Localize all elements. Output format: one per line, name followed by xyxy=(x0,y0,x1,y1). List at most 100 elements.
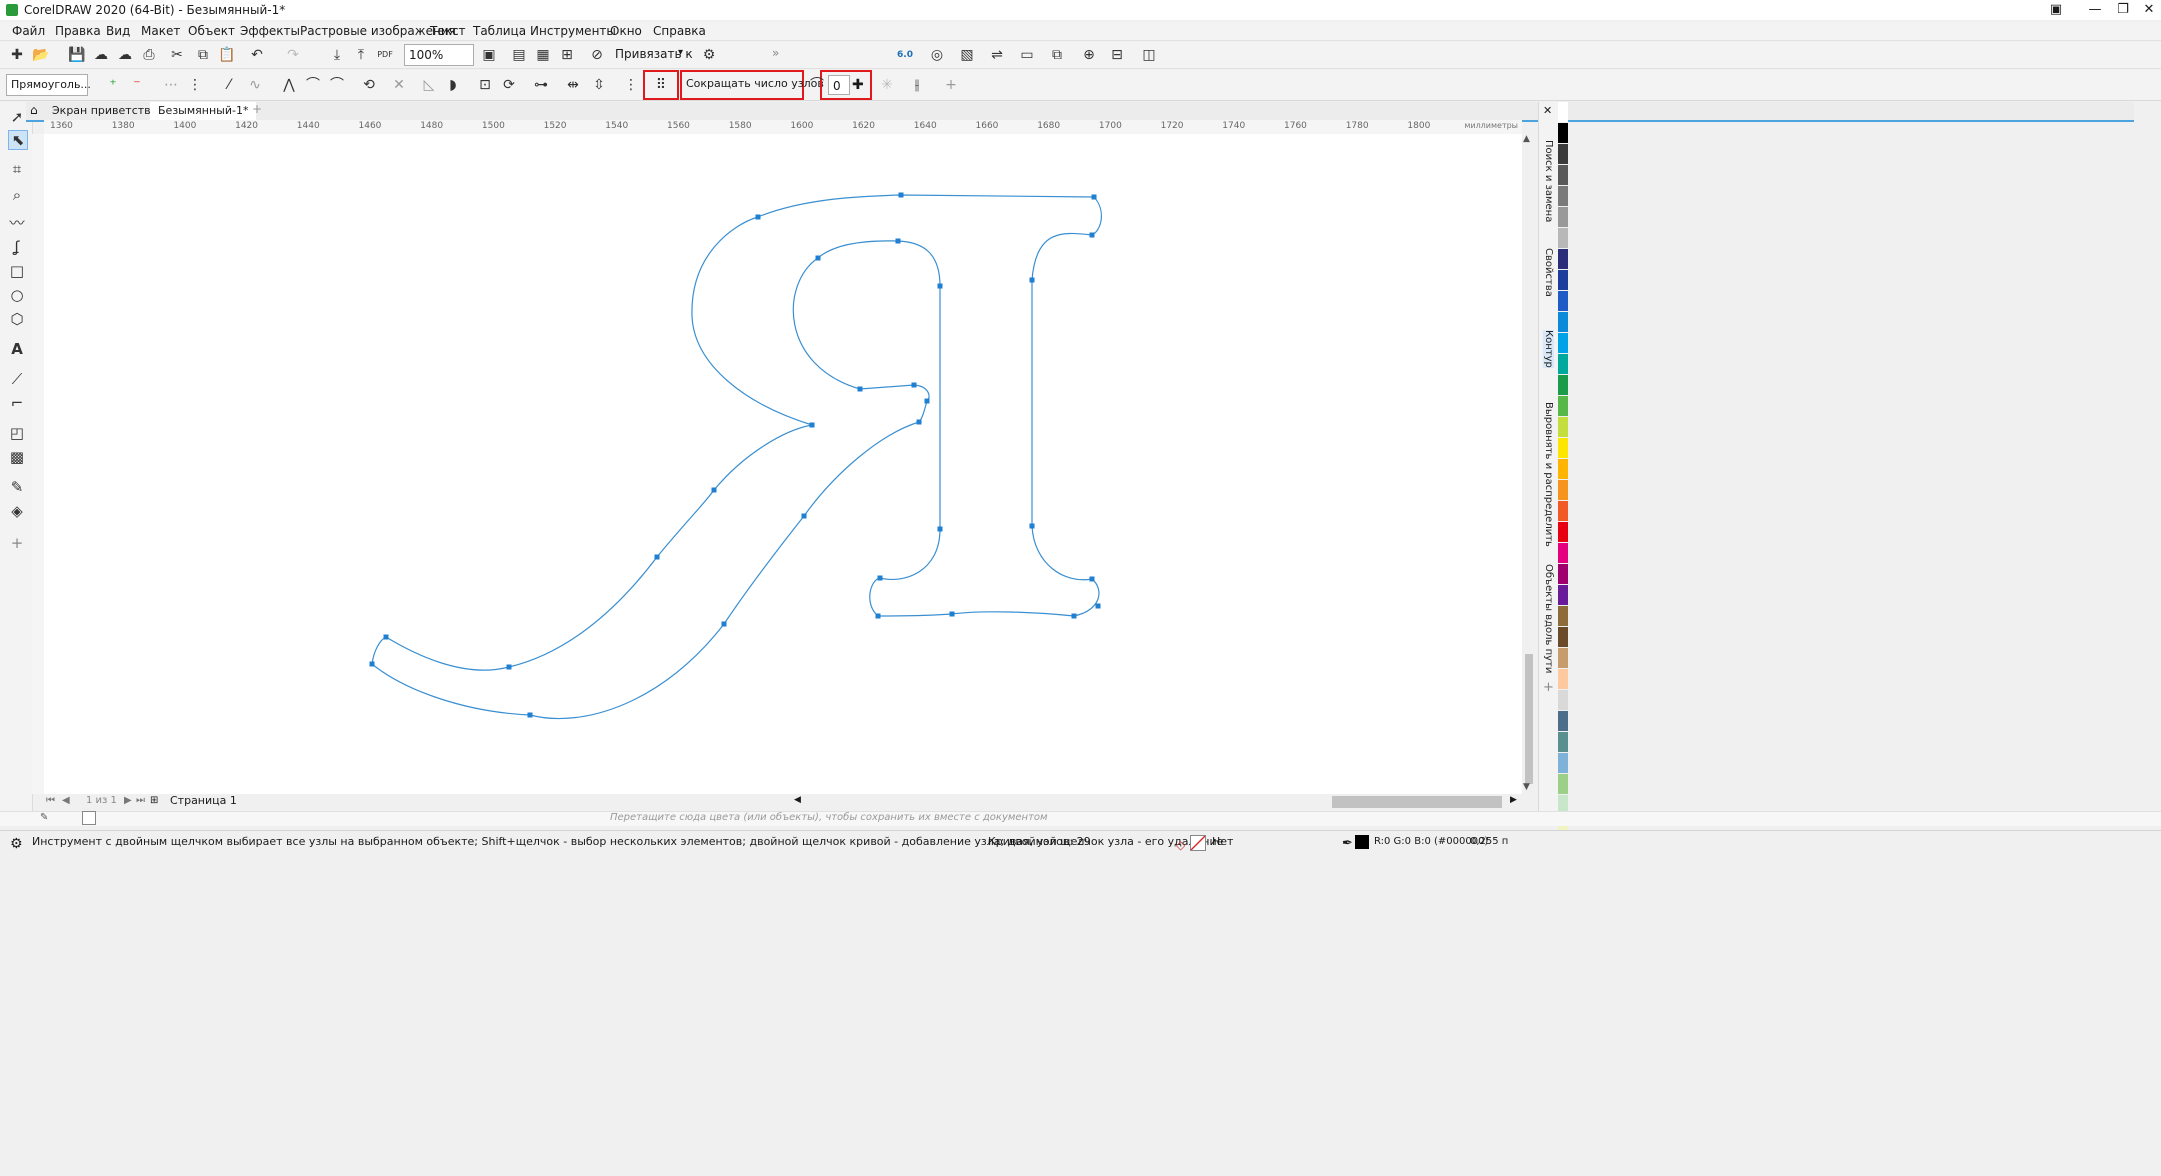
cusp-node-icon[interactable]: ⋀ xyxy=(280,76,298,94)
curve-node[interactable] xyxy=(369,661,375,667)
curve-node[interactable] xyxy=(383,634,389,640)
curve-node[interactable] xyxy=(949,611,955,617)
fill-none-icon[interactable]: ◇ xyxy=(1176,834,1185,856)
curve-node[interactable] xyxy=(877,575,883,581)
menu-layout[interactable]: Макет xyxy=(141,24,180,38)
palette-swatch[interactable] xyxy=(1558,144,1568,164)
node-tracking-icon[interactable]: ✳ xyxy=(878,76,896,94)
connector-tool-icon[interactable]: ⌐ xyxy=(8,394,26,412)
extract-subpath-icon[interactable]: ◺ xyxy=(420,76,438,94)
elastic-mode-icon[interactable]: ⋮ xyxy=(622,76,640,94)
minimize-button[interactable]: — xyxy=(2082,0,2108,20)
palette-swatch[interactable] xyxy=(1558,207,1568,227)
scroll-up-icon[interactable]: ▲ xyxy=(1523,134,1530,144)
eyedropper-tool-icon[interactable]: ✎ xyxy=(8,478,26,496)
curve-node[interactable] xyxy=(1091,194,1097,200)
align-icon[interactable]: ⊟ xyxy=(1108,46,1126,64)
add-node-icon[interactable]: ⁺ xyxy=(104,76,122,94)
paste-icon[interactable]: 📋 xyxy=(218,46,236,64)
curve-node[interactable] xyxy=(755,214,761,220)
open-icon[interactable]: 📂 xyxy=(32,46,50,64)
artistic-media-icon[interactable]: ʆ xyxy=(8,238,26,256)
text-tool-icon[interactable]: A xyxy=(8,340,26,358)
vertical-scroll-thumb[interactable] xyxy=(1525,654,1533,784)
palette-swatch[interactable] xyxy=(1558,123,1568,143)
curve-node[interactable] xyxy=(898,192,904,198)
curve-node[interactable] xyxy=(1071,613,1077,619)
color-palette[interactable] xyxy=(1558,102,1568,837)
zoom-to-page-icon[interactable]: ▣ xyxy=(480,46,498,64)
palette-swatch[interactable] xyxy=(1558,396,1568,416)
shape-tool-icon[interactable]: ⬉ xyxy=(8,130,28,150)
palette-swatch[interactable] xyxy=(1558,606,1568,626)
curve-node[interactable] xyxy=(721,621,727,627)
symmetric-node-icon[interactable]: ⌒ xyxy=(328,76,346,94)
close-curve-icon[interactable]: ◗ xyxy=(444,76,462,94)
tab-properties[interactable]: Свойства xyxy=(1543,248,1554,297)
rectangle-tool-icon[interactable]: □ xyxy=(8,262,26,280)
page-nav-last-icon[interactable]: ⏭ xyxy=(136,795,145,806)
tab-document[interactable]: Безымянный-1* xyxy=(150,102,257,120)
close-button[interactable]: ✕ xyxy=(2136,0,2161,20)
redo-icon[interactable]: ↷ xyxy=(284,46,302,64)
reduce-nodes-button[interactable]: Сокращать число узлов xyxy=(686,77,824,90)
add-toolbar-item-icon[interactable]: + xyxy=(942,76,960,94)
cloud-upload-icon[interactable]: ☁ xyxy=(92,46,110,64)
curve-node[interactable] xyxy=(1029,523,1035,529)
palette-swatch[interactable] xyxy=(1558,753,1568,773)
curve-node[interactable] xyxy=(506,664,512,670)
fill-swatch[interactable] xyxy=(1190,835,1206,851)
restore-button[interactable]: ❐ xyxy=(2110,0,2136,20)
add-page-icon[interactable]: ⊞ xyxy=(150,795,158,806)
rotate-nodes-icon[interactable]: ⟳ xyxy=(500,76,518,94)
curve-node[interactable] xyxy=(801,513,807,519)
status-gear-icon[interactable]: ⚙ xyxy=(10,833,23,855)
stretch-nodes-icon[interactable]: ⊡ xyxy=(476,76,494,94)
curve-node[interactable] xyxy=(937,526,943,532)
extend-curve-icon[interactable]: ✕ xyxy=(390,76,408,94)
interactive-fill-icon[interactable]: ◈ xyxy=(8,502,26,520)
select-all-nodes-icon[interactable]: ⠿ xyxy=(652,76,670,94)
menu-view[interactable]: Вид xyxy=(106,24,130,38)
curve-node[interactable] xyxy=(711,487,717,493)
smoothing-input[interactable]: 0 xyxy=(828,75,850,95)
palette-swatch[interactable] xyxy=(1558,291,1568,311)
dimension-tool-icon[interactable]: ⟋ xyxy=(8,370,26,388)
palette-swatch[interactable] xyxy=(1558,711,1568,731)
import-icon[interactable]: ⤓ xyxy=(328,46,346,64)
docker-panel-icon[interactable]: ◫ xyxy=(1140,46,1158,64)
menu-text[interactable]: Текст xyxy=(430,24,466,38)
tab-objects-along-path[interactable]: Объекты вдоль пути xyxy=(1543,564,1554,673)
freehand-tool-icon[interactable]: 〰 xyxy=(8,214,26,232)
horizontal-ruler[interactable]: 1360 1380 1400 1420 1440 1460 1480 1500 1520 1540… xyxy=(44,120,1522,135)
crop-tool-icon[interactable]: ⌗ xyxy=(8,160,26,178)
snap-to-chevron-icon[interactable]: ▾ xyxy=(678,47,683,58)
undo-icon[interactable]: ↶ xyxy=(248,46,266,64)
export-icon[interactable]: ⤒ xyxy=(352,46,370,64)
transparency-tool-icon[interactable]: ▩ xyxy=(8,448,26,466)
print-icon[interactable]: ⎙ xyxy=(140,46,158,64)
bitmap-icon[interactable]: ▧ xyxy=(958,46,976,64)
palette-swatch[interactable] xyxy=(1558,585,1568,605)
menu-tools[interactable]: Инструменты xyxy=(530,24,616,38)
palette-swatch[interactable] xyxy=(1558,543,1568,563)
curve-node[interactable] xyxy=(937,283,943,289)
menu-object[interactable]: Объект xyxy=(188,24,235,38)
mirror-v-icon[interactable]: ⇳ xyxy=(590,76,608,94)
save-icon[interactable]: 💾 xyxy=(68,46,86,64)
curve-node[interactable] xyxy=(654,554,660,560)
menu-help[interactable]: Справка xyxy=(653,24,706,38)
curve-node[interactable] xyxy=(809,422,815,428)
weld-icon[interactable]: ⊕ xyxy=(1080,46,1098,64)
palette-swatch[interactable] xyxy=(1558,186,1568,206)
grid-icon[interactable]: ▦ xyxy=(534,46,552,64)
palette-swatch[interactable] xyxy=(1558,438,1568,458)
app-launcher-icon[interactable]: ◎ xyxy=(928,46,946,64)
copy-icon[interactable]: ⧉ xyxy=(194,46,212,64)
palette-swatch[interactable] xyxy=(1558,774,1568,794)
to-curve-icon[interactable]: ∿ xyxy=(246,76,264,94)
drop-shadow-tool-icon[interactable]: ◰ xyxy=(8,424,26,442)
palette-swatch[interactable] xyxy=(1558,459,1568,479)
hscroll-right-icon[interactable]: ▶ xyxy=(1510,795,1517,805)
guidelines-icon[interactable]: ⊞ xyxy=(558,46,576,64)
